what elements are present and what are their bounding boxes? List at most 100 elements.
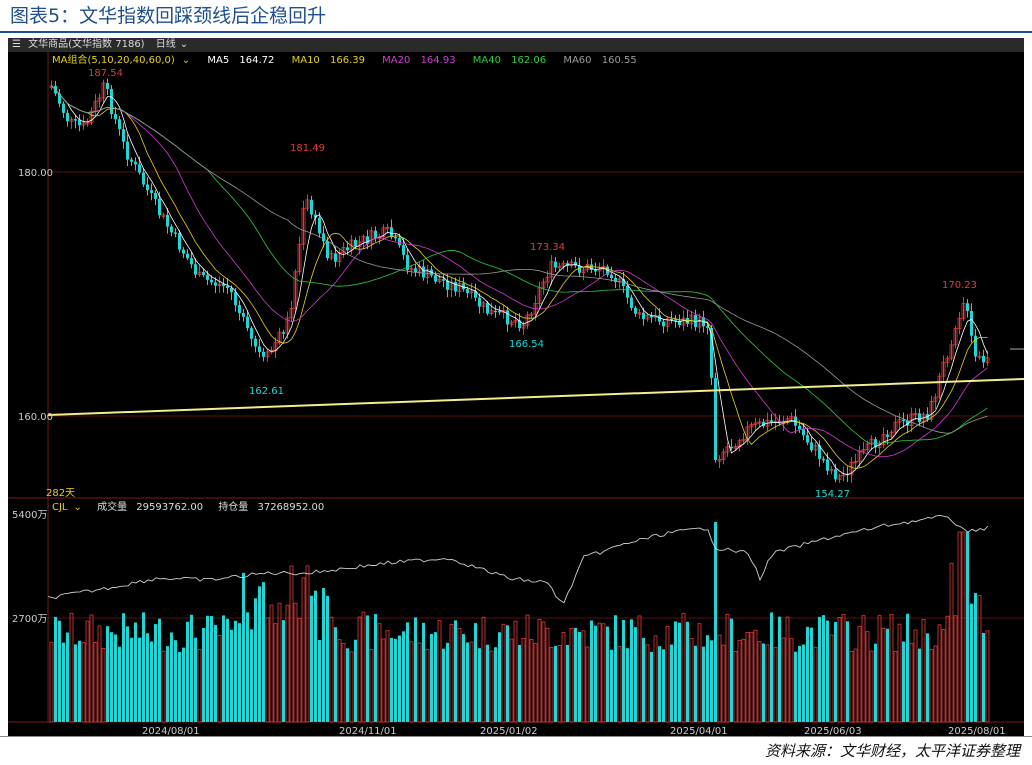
volume-bar	[581, 630, 586, 723]
candle-body-down	[234, 292, 237, 306]
volume-bar	[489, 650, 494, 723]
period-selector[interactable]: 日线 ⌄	[152, 39, 188, 50]
volume-bar	[310, 595, 313, 722]
volume-bar	[414, 617, 417, 722]
volume-bar	[273, 623, 278, 723]
volume-bar	[322, 588, 325, 722]
volume-bar	[717, 634, 722, 723]
volume-bar	[749, 631, 754, 723]
volume-bar	[909, 642, 914, 723]
volume-bar	[97, 625, 102, 723]
volume-readout: 成交量 29593762.00	[97, 502, 204, 513]
volume-bar	[346, 648, 349, 722]
volume-bar	[486, 644, 489, 722]
volume-bar	[334, 627, 337, 722]
volume-bar	[66, 632, 69, 722]
kline-chart[interactable]: 180.00 160.00 282天 5400万 2700万 187.54 18…	[8, 38, 1024, 736]
volume-bar	[518, 644, 521, 722]
volume-bar	[297, 618, 302, 723]
annotation-high-187: 187.54	[88, 68, 123, 79]
volume-bar	[861, 615, 866, 723]
volume-bars	[49, 522, 990, 723]
volume-bar	[794, 651, 797, 722]
candle-body-down	[982, 356, 985, 363]
volume-bar	[913, 629, 918, 723]
volume-bar	[226, 618, 229, 722]
chart-toolbar: ☰ 文华商品(文华指数 7186) 日线 ⌄	[8, 38, 1024, 52]
candle-body-down	[126, 141, 129, 160]
volume-bar	[622, 619, 625, 722]
candle-body-down	[630, 297, 633, 308]
annotation-low-154: 154.27	[815, 489, 850, 500]
annotation-high-170: 170.23	[942, 280, 977, 291]
candle-body-down	[118, 119, 121, 130]
volume-bar	[889, 614, 894, 723]
volume-bar	[549, 647, 554, 723]
candle-body-down	[486, 302, 489, 314]
volume-bar	[941, 629, 946, 723]
volume-bar	[305, 565, 310, 723]
candle-body-down	[134, 161, 137, 165]
volume-bar	[402, 631, 405, 722]
chart-window: 180.00 160.00 282天 5400万 2700万 187.54 18…	[8, 38, 1024, 736]
volume-bar	[118, 646, 121, 722]
cjl-selector[interactable]: CJL ⌄	[52, 502, 88, 513]
candle-body-down	[394, 236, 397, 239]
volume-bar	[642, 637, 645, 722]
volume-bar	[937, 624, 942, 723]
date-label-1: 2024/11/01	[339, 726, 397, 736]
volume-bar	[434, 632, 437, 722]
volume-bar	[178, 651, 181, 722]
candle-body-down	[826, 459, 829, 471]
candle-body-down	[322, 233, 325, 242]
candle-body-down	[810, 442, 813, 451]
volume-bar	[686, 621, 689, 722]
volume-bar	[778, 616, 781, 722]
volume-bar	[85, 620, 90, 723]
volume-bar	[810, 627, 813, 722]
volume-bar	[58, 620, 61, 722]
candle-body-down	[142, 172, 145, 185]
volume-bar	[681, 612, 686, 723]
volume-bar	[762, 643, 765, 722]
volume-bar	[250, 629, 253, 722]
ma-group-selector[interactable]: MA组合(5,10,20,40,60,0) ⌄	[52, 55, 197, 66]
volume-bar	[242, 572, 245, 722]
volume-bar	[337, 639, 342, 723]
price-tick-160: 160.00	[18, 412, 53, 423]
ma5-readout: MA5 164.72	[207, 55, 275, 66]
candle-body-down	[146, 184, 149, 191]
candle-body-down	[346, 247, 349, 251]
candle-body-down	[226, 285, 229, 288]
volume-bar	[318, 640, 321, 722]
volume-bar	[957, 531, 962, 723]
volume-bar	[806, 626, 809, 722]
candle-body-down	[498, 310, 501, 313]
volume-bar	[69, 612, 74, 723]
candle-body-down	[122, 129, 125, 142]
menu-icon[interactable]: ☰	[12, 39, 21, 50]
volume-bar	[106, 626, 109, 722]
volume-bar	[829, 634, 834, 723]
volume-bar	[966, 532, 969, 722]
volume-bar	[921, 619, 926, 723]
volume-bar	[869, 650, 874, 723]
volume-bar	[770, 612, 773, 722]
candle-body-down	[114, 114, 117, 120]
candle-body-down	[318, 217, 321, 234]
volume-bar	[578, 631, 581, 722]
volume-bar	[933, 645, 938, 723]
volume-bar	[537, 619, 542, 723]
volume-bar	[697, 623, 702, 723]
candle-body-down	[626, 286, 629, 298]
candle-body-down	[634, 307, 637, 314]
candle-body-down	[642, 312, 645, 320]
volume-bar	[62, 642, 65, 722]
volume-bar	[454, 620, 457, 722]
candle-body-down	[310, 199, 313, 215]
volume-bar	[78, 640, 81, 722]
candle-body-down	[434, 275, 437, 282]
candle-body-down	[770, 420, 773, 423]
candle-body-down	[414, 268, 417, 273]
candle-body-down	[194, 264, 197, 275]
